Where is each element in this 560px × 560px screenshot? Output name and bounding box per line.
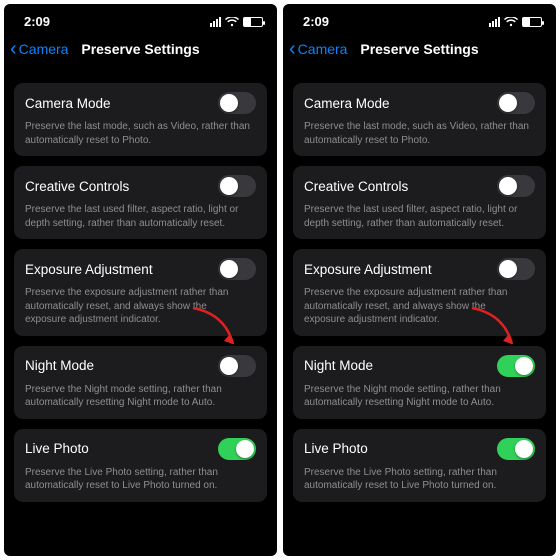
- setting-night-mode: Night Mode Preserve the Night mode setti…: [14, 346, 267, 419]
- setting-label: Creative Controls: [25, 179, 129, 194]
- setting-live-photo: Live Photo Preserve the Live Photo setti…: [14, 429, 267, 502]
- page-title: Preserve Settings: [360, 41, 478, 57]
- setting-desc: Preserve the exposure adjustment rather …: [25, 286, 256, 327]
- setting-label: Camera Mode: [304, 96, 390, 111]
- setting-desc: Preserve the last used filter, aspect ra…: [25, 203, 256, 230]
- back-button[interactable]: ‹ Camera: [289, 39, 347, 59]
- phone-pane-right: 2:09 ‹ Camera Preserve Settings Camera M…: [283, 4, 556, 556]
- toggle-night-mode[interactable]: [218, 355, 256, 377]
- setting-camera-mode: Camera Mode Preserve the last mode, such…: [14, 83, 267, 156]
- toggle-live-photo[interactable]: [218, 438, 256, 460]
- back-button[interactable]: ‹ Camera: [10, 39, 68, 59]
- setting-label: Night Mode: [25, 358, 94, 373]
- settings-list: Camera Mode Preserve the last mode, such…: [4, 69, 277, 502]
- back-label: Camera: [298, 41, 348, 57]
- toggle-camera-mode[interactable]: [218, 92, 256, 114]
- status-time: 2:09: [303, 14, 329, 29]
- nav-bar: ‹ Camera Preserve Settings: [4, 33, 277, 69]
- setting-night-mode: Night Mode Preserve the Night mode setti…: [293, 346, 546, 419]
- status-bar: 2:09: [4, 4, 277, 33]
- signal-icon: [210, 17, 221, 27]
- chevron-left-icon: ‹: [10, 39, 17, 59]
- setting-desc: Preserve the Live Photo setting, rather …: [25, 466, 256, 493]
- chevron-left-icon: ‹: [289, 39, 296, 59]
- setting-label: Exposure Adjustment: [25, 262, 153, 277]
- setting-label: Live Photo: [304, 441, 368, 456]
- setting-creative-controls: Creative Controls Preserve the last used…: [293, 166, 546, 239]
- setting-desc: Preserve the exposure adjustment rather …: [304, 286, 535, 327]
- setting-label: Live Photo: [25, 441, 89, 456]
- phone-pane-left: 2:09 ‹ Camera Preserve Settings Camera M…: [4, 4, 277, 556]
- setting-label: Creative Controls: [304, 179, 408, 194]
- wifi-icon: [504, 17, 518, 27]
- setting-creative-controls: Creative Controls Preserve the last used…: [14, 166, 267, 239]
- status-indicators: [489, 17, 542, 27]
- setting-exposure-adjustment: Exposure Adjustment Preserve the exposur…: [14, 249, 267, 336]
- setting-label: Camera Mode: [25, 96, 111, 111]
- toggle-live-photo[interactable]: [497, 438, 535, 460]
- setting-desc: Preserve the Night mode setting, rather …: [304, 383, 535, 410]
- status-bar: 2:09: [283, 4, 556, 33]
- toggle-creative-controls[interactable]: [497, 175, 535, 197]
- setting-desc: Preserve the Night mode setting, rather …: [25, 383, 256, 410]
- setting-live-photo: Live Photo Preserve the Live Photo setti…: [293, 429, 546, 502]
- setting-desc: Preserve the last used filter, aspect ra…: [304, 203, 535, 230]
- setting-exposure-adjustment: Exposure Adjustment Preserve the exposur…: [293, 249, 546, 336]
- toggle-exposure-adjustment[interactable]: [497, 258, 535, 280]
- status-indicators: [210, 17, 263, 27]
- setting-camera-mode: Camera Mode Preserve the last mode, such…: [293, 83, 546, 156]
- wifi-icon: [225, 17, 239, 27]
- signal-icon: [489, 17, 500, 27]
- setting-desc: Preserve the last mode, such as Video, r…: [304, 120, 535, 147]
- toggle-night-mode[interactable]: [497, 355, 535, 377]
- setting-desc: Preserve the last mode, such as Video, r…: [25, 120, 256, 147]
- nav-bar: ‹ Camera Preserve Settings: [283, 33, 556, 69]
- toggle-creative-controls[interactable]: [218, 175, 256, 197]
- settings-list: Camera Mode Preserve the last mode, such…: [283, 69, 556, 502]
- toggle-exposure-adjustment[interactable]: [218, 258, 256, 280]
- back-label: Camera: [19, 41, 69, 57]
- setting-desc: Preserve the Live Photo setting, rather …: [304, 466, 535, 493]
- page-title: Preserve Settings: [81, 41, 199, 57]
- setting-label: Night Mode: [304, 358, 373, 373]
- toggle-camera-mode[interactable]: [497, 92, 535, 114]
- setting-label: Exposure Adjustment: [304, 262, 432, 277]
- battery-icon: [243, 17, 263, 27]
- status-time: 2:09: [24, 14, 50, 29]
- battery-icon: [522, 17, 542, 27]
